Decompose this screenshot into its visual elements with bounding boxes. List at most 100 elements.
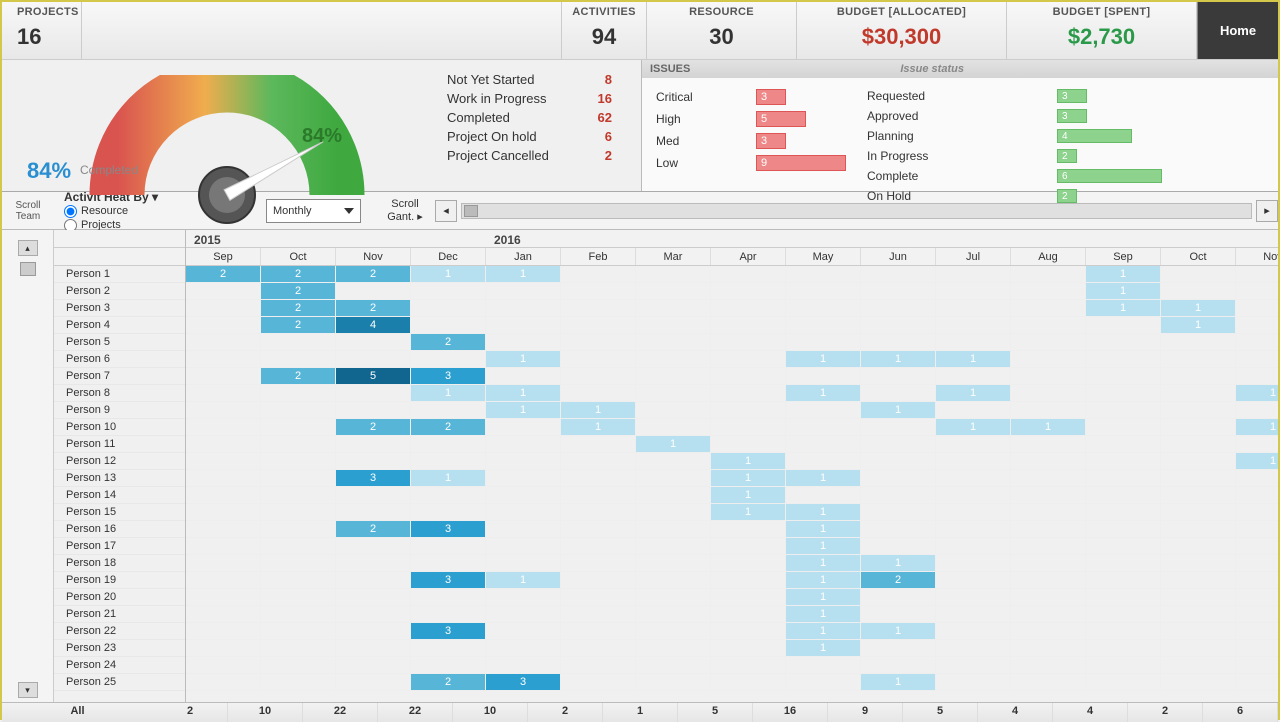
resource-name[interactable]: Person 9 xyxy=(54,402,185,419)
resource-name[interactable]: Person 10 xyxy=(54,419,185,436)
heatmap-cell[interactable]: 1 xyxy=(486,385,561,401)
heatmap-cell[interactable]: 4 xyxy=(336,317,411,333)
heatmap-cell[interactable]: 1 xyxy=(711,487,786,503)
heatmap-cell[interactable]: 1 xyxy=(861,402,936,418)
heatmap-cell[interactable]: 2 xyxy=(261,283,336,299)
heatmap-cell[interactable]: 3 xyxy=(336,470,411,486)
heatmap-cell[interactable]: 2 xyxy=(261,317,336,333)
heatmap-cell[interactable]: 1 xyxy=(1236,385,1278,401)
resource-name[interactable]: Person 3 xyxy=(54,300,185,317)
resource-name[interactable]: Person 5 xyxy=(54,334,185,351)
heatmap-cell[interactable]: 1 xyxy=(786,640,861,656)
heatmap-cell xyxy=(336,487,411,503)
heatmap-cell[interactable]: 1 xyxy=(411,385,486,401)
resource-name[interactable]: Person 17 xyxy=(54,538,185,555)
heatmap-cell[interactable]: 1 xyxy=(711,453,786,469)
heatmap-cell[interactable]: 1 xyxy=(861,674,936,690)
heatmap-cell[interactable]: 1 xyxy=(711,504,786,520)
heatmap-cell[interactable]: 3 xyxy=(411,623,486,639)
heatmap-cell[interactable]: 1 xyxy=(786,351,861,367)
resource-name[interactable]: Person 25 xyxy=(54,674,185,691)
heatmap-cell[interactable]: 1 xyxy=(1236,419,1278,435)
heatmap-cell[interactable]: 1 xyxy=(786,385,861,401)
heatmap-cell[interactable]: 1 xyxy=(561,419,636,435)
heatmap-cell[interactable]: 1 xyxy=(486,351,561,367)
resource-name[interactable]: Person 1 xyxy=(54,266,185,283)
scrollbar-thumb[interactable] xyxy=(464,205,478,217)
heatmap-cell[interactable]: 3 xyxy=(411,572,486,588)
heatmap-cell[interactable]: 1 xyxy=(561,402,636,418)
heatmap-cell[interactable]: 3 xyxy=(411,521,486,537)
home-button[interactable]: Home xyxy=(1197,2,1278,59)
resource-name[interactable]: Person 20 xyxy=(54,589,185,606)
heatmap-cell[interactable]: 1 xyxy=(936,351,1011,367)
vertical-scroll-thumb[interactable] xyxy=(20,262,36,276)
heatmap-cell[interactable]: 2 xyxy=(411,674,486,690)
heatmap-cell[interactable]: 1 xyxy=(636,436,711,452)
heatmap-cell[interactable]: 3 xyxy=(486,674,561,690)
heatmap-cell[interactable]: 2 xyxy=(336,300,411,316)
resource-name[interactable]: Person 21 xyxy=(54,606,185,623)
heatmap-cell[interactable]: 2 xyxy=(186,266,261,282)
scroll-left-button[interactable]: ◂ xyxy=(435,200,457,222)
heatmap-cell[interactable]: 2 xyxy=(861,572,936,588)
heatmap-cell[interactable]: 1 xyxy=(411,470,486,486)
heatmap-cell[interactable]: 1 xyxy=(486,266,561,282)
resource-name[interactable]: Person 13 xyxy=(54,470,185,487)
resource-name[interactable]: Person 16 xyxy=(54,521,185,538)
resource-name[interactable]: Person 23 xyxy=(54,640,185,657)
heatmap-cell[interactable]: 1 xyxy=(1011,419,1086,435)
heatmap-cell[interactable]: 1 xyxy=(861,351,936,367)
heatmap-cell[interactable]: 1 xyxy=(1086,300,1161,316)
heatmap-cell[interactable]: 1 xyxy=(1086,283,1161,299)
heatmap-cell[interactable]: 1 xyxy=(786,470,861,486)
heatmap-cell[interactable]: 2 xyxy=(336,266,411,282)
heatmap-cell[interactable]: 2 xyxy=(336,521,411,537)
scroll-up-button[interactable]: ▴ xyxy=(18,240,38,256)
heatmap-cell[interactable]: 1 xyxy=(786,572,861,588)
heatmap-cell[interactable]: 2 xyxy=(261,368,336,384)
heatmap-cell[interactable]: 1 xyxy=(711,470,786,486)
resource-name[interactable]: Person 18 xyxy=(54,555,185,572)
heatmap-cell[interactable]: 1 xyxy=(486,402,561,418)
heatmap-cell[interactable]: 1 xyxy=(1161,317,1236,333)
heatmap-cell[interactable]: 1 xyxy=(786,538,861,554)
resource-name[interactable]: Person 22 xyxy=(54,623,185,640)
resource-name[interactable]: Person 8 xyxy=(54,385,185,402)
heatmap-cell[interactable]: 1 xyxy=(786,555,861,571)
heatmap-cell[interactable]: 1 xyxy=(1086,266,1161,282)
heatmap-cell xyxy=(336,334,411,350)
heatmap-cell[interactable]: 5 xyxy=(336,368,411,384)
resource-name[interactable]: Person 24 xyxy=(54,657,185,674)
heatmap-cell[interactable]: 1 xyxy=(936,419,1011,435)
heatmap-cell[interactable]: 1 xyxy=(486,572,561,588)
heatmap-cell[interactable]: 2 xyxy=(411,334,486,350)
heatmap-cell[interactable]: 3 xyxy=(411,368,486,384)
resource-name[interactable]: Person 15 xyxy=(54,504,185,521)
resource-name[interactable]: Person 2 xyxy=(54,283,185,300)
heatmap-cell[interactable]: 1 xyxy=(861,555,936,571)
heatmap-cell[interactable]: 1 xyxy=(786,504,861,520)
resource-name[interactable]: Person 19 xyxy=(54,572,185,589)
heatmap-cell[interactable]: 2 xyxy=(261,300,336,316)
heatmap-cell[interactable]: 1 xyxy=(411,266,486,282)
heatmap-cell[interactable]: 2 xyxy=(336,419,411,435)
heatmap-cell[interactable]: 1 xyxy=(1161,300,1236,316)
heatmap-cell[interactable]: 1 xyxy=(786,623,861,639)
heatmap-cell[interactable]: 1 xyxy=(861,623,936,639)
heatmap-cell[interactable]: 2 xyxy=(411,419,486,435)
heatmap-cell[interactable]: 1 xyxy=(786,606,861,622)
resource-name[interactable]: Person 12 xyxy=(54,453,185,470)
scroll-down-button[interactable]: ▾ xyxy=(18,682,38,698)
resource-name[interactable]: Person 4 xyxy=(54,317,185,334)
heatmap-cell[interactable]: 1 xyxy=(936,385,1011,401)
timeline-scrollbar[interactable] xyxy=(461,203,1252,219)
heatmap-cell[interactable]: 1 xyxy=(786,521,861,537)
heatmap-cell[interactable]: 1 xyxy=(786,589,861,605)
resource-name[interactable]: Person 11 xyxy=(54,436,185,453)
resource-name[interactable]: Person 6 xyxy=(54,351,185,368)
resource-name[interactable]: Person 14 xyxy=(54,487,185,504)
resource-name[interactable]: Person 7 xyxy=(54,368,185,385)
heatmap-cell[interactable]: 2 xyxy=(261,266,336,282)
heatmap-cell[interactable]: 1 xyxy=(1236,453,1278,469)
